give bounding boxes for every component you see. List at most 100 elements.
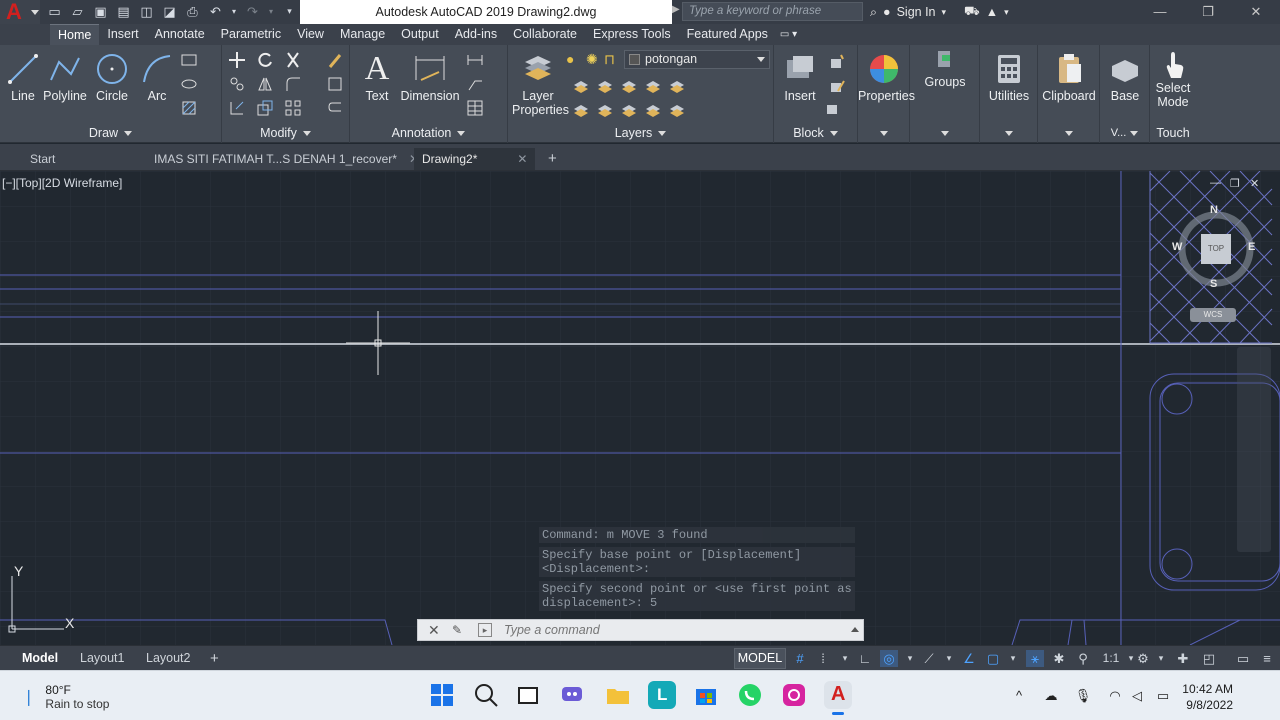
layer-on-bulb-icon[interactable]: ● bbox=[566, 51, 584, 69]
clipboard-expand[interactable] bbox=[1038, 125, 1099, 141]
edit-block-icon[interactable] bbox=[828, 77, 846, 95]
rotate-icon[interactable] bbox=[256, 51, 274, 69]
close-icon[interactable]: ✕ bbox=[428, 620, 440, 640]
groups-expand[interactable] bbox=[910, 125, 979, 141]
undo-dropdown-icon[interactable]: ▾ bbox=[230, 3, 238, 20]
layer-tool-8-icon[interactable] bbox=[620, 101, 638, 119]
leader-icon[interactable] bbox=[466, 75, 484, 93]
layout-tab-layout1[interactable]: Layout1 bbox=[74, 649, 130, 668]
utilities-button[interactable]: Utilities bbox=[980, 49, 1038, 103]
hatch-icon[interactable] bbox=[180, 99, 198, 117]
annotation-scale-value[interactable]: 1:1 bbox=[1098, 650, 1124, 667]
search-input[interactable]: Type a keyword or phrase bbox=[682, 2, 863, 21]
undo-icon[interactable]: ↶ bbox=[207, 3, 224, 20]
application-menu-button[interactable]: A bbox=[0, 0, 40, 24]
tab-view[interactable]: View bbox=[289, 24, 332, 45]
wrench-icon[interactable]: ✎ bbox=[452, 620, 462, 640]
tab-home[interactable]: Home bbox=[50, 24, 100, 45]
search-icon[interactable] bbox=[472, 681, 500, 709]
groups-button[interactable]: Groups bbox=[910, 45, 980, 89]
layer-tool-2-icon[interactable] bbox=[596, 77, 614, 95]
annotation-monitor-icon[interactable]: ✚ bbox=[1174, 650, 1192, 667]
select-mode-button[interactable]: Select Mode bbox=[1150, 49, 1196, 109]
minimize-button[interactable]: — bbox=[1136, 0, 1184, 24]
speaker-icon[interactable]: ◁ bbox=[1128, 687, 1146, 705]
open-folder-icon[interactable]: ▱ bbox=[69, 3, 86, 20]
annotation-panel-label[interactable]: Annotation bbox=[350, 125, 507, 141]
compass-s[interactable]: S bbox=[1210, 278, 1217, 290]
viewport-controls-label[interactable]: [−][Top][2D Wireframe] bbox=[2, 176, 122, 190]
polar-tracking-icon[interactable]: ◎ bbox=[880, 650, 898, 667]
mirror-icon[interactable] bbox=[256, 75, 274, 93]
layer-properties-button[interactable]: Layer Properties bbox=[512, 49, 569, 117]
rectangle-icon[interactable] bbox=[180, 51, 198, 69]
erase-icon[interactable] bbox=[326, 51, 344, 69]
save-icon[interactable]: ▣ bbox=[92, 3, 109, 20]
tab-collaborate[interactable]: Collaborate bbox=[505, 24, 585, 45]
navigation-bar[interactable] bbox=[1237, 347, 1271, 552]
ellipse-icon[interactable] bbox=[180, 75, 198, 93]
snap-icon[interactable]: ⁞ bbox=[814, 650, 832, 667]
dimension-button[interactable]: Dimension bbox=[400, 49, 460, 103]
table-icon[interactable] bbox=[466, 99, 484, 117]
compass-n[interactable]: N bbox=[1210, 204, 1218, 216]
layout-tab-model[interactable]: Model bbox=[16, 649, 64, 668]
command-input[interactable] bbox=[504, 621, 834, 639]
autocad-taskbar-icon[interactable]: A bbox=[824, 681, 852, 715]
properties-button[interactable]: Properties bbox=[858, 49, 915, 103]
fillet-icon[interactable] bbox=[284, 75, 302, 93]
chevron-down-icon[interactable]: ▾ bbox=[1004, 7, 1009, 18]
file-tab-drawing2[interactable]: Drawing2* ✕ bbox=[414, 148, 536, 170]
model-space-button[interactable]: MODEL bbox=[734, 648, 786, 669]
layers-panel-label[interactable]: Layers bbox=[508, 125, 773, 141]
tab-featured-apps[interactable]: Featured Apps bbox=[679, 24, 776, 45]
layer-tool-6-icon[interactable] bbox=[572, 101, 590, 119]
search-expand-icon[interactable]: ▶ bbox=[672, 4, 680, 15]
binoculars-icon[interactable]: ⌕ bbox=[870, 5, 877, 20]
weather-widget[interactable]: ❘ 80°F Rain to stop bbox=[22, 681, 109, 713]
annotation-scale-icon[interactable]: ⚲ bbox=[1074, 650, 1092, 667]
battery-icon[interactable]: ▭ bbox=[1154, 687, 1172, 705]
scale-icon[interactable] bbox=[256, 99, 274, 117]
command-prompt-icon[interactable]: ▸ bbox=[478, 623, 492, 637]
customize-hamburger-icon[interactable]: ≡ bbox=[1258, 650, 1276, 667]
file-explorer-icon[interactable] bbox=[604, 681, 632, 709]
tab-parametric[interactable]: Parametric bbox=[213, 24, 289, 45]
chevron-up-icon[interactable] bbox=[851, 627, 859, 632]
isolate-objects-icon[interactable]: ◰ bbox=[1200, 650, 1218, 667]
cloud-icon[interactable]: ☁ bbox=[1042, 687, 1060, 705]
text-button[interactable]: A Text bbox=[360, 49, 394, 103]
arc-button[interactable]: Arc bbox=[138, 49, 176, 103]
base-view-button[interactable]: Base bbox=[1100, 49, 1150, 103]
ortho-icon[interactable]: ∟ bbox=[856, 650, 874, 667]
tab-express-tools[interactable]: Express Tools bbox=[585, 24, 679, 45]
layer-tool-7-icon[interactable] bbox=[596, 101, 614, 119]
compass-e[interactable]: E bbox=[1248, 241, 1255, 253]
array-icon[interactable] bbox=[284, 99, 302, 117]
object-snap-icon[interactable]: ▢ bbox=[984, 650, 1002, 667]
modify-panel-label[interactable]: Modify bbox=[222, 125, 349, 141]
customize-qat-icon[interactable]: ▾ bbox=[281, 3, 298, 20]
ribbon-display-toggle-icon[interactable]: ▭ ▾ bbox=[776, 24, 801, 45]
wcs-menu[interactable]: WCS bbox=[1190, 308, 1236, 322]
compass-w[interactable]: W bbox=[1172, 241, 1182, 253]
isometric-icon[interactable]: ⟋ bbox=[920, 650, 938, 667]
explode-icon[interactable] bbox=[326, 75, 344, 93]
redo-icon[interactable]: ↷ bbox=[244, 3, 261, 20]
layer-thaw-sun-icon[interactable]: ✺ bbox=[586, 51, 604, 69]
layer-tool-1-icon[interactable] bbox=[572, 77, 590, 95]
viewcube-top-face[interactable]: TOP bbox=[1201, 234, 1231, 264]
move-icon[interactable] bbox=[228, 51, 246, 69]
cart-icon[interactable]: ⛟ bbox=[964, 4, 980, 20]
maximize-button[interactable]: ❐ bbox=[1184, 0, 1232, 24]
object-snap-tracking-icon[interactable]: ∠ bbox=[960, 650, 978, 667]
stretch-icon[interactable] bbox=[228, 99, 246, 117]
chevron-up-icon[interactable]: ^ bbox=[1010, 687, 1028, 705]
layer-tool-9-icon[interactable] bbox=[644, 101, 662, 119]
windows-start-icon[interactable] bbox=[428, 681, 456, 709]
draw-panel-label[interactable]: Draw bbox=[0, 125, 221, 141]
viewport-close-icon[interactable]: ✕ bbox=[1250, 177, 1259, 190]
block-attributes-icon[interactable] bbox=[824, 99, 842, 117]
chevron-down-icon[interactable]: ▾ bbox=[1152, 650, 1170, 667]
workspace-gear-icon[interactable]: ⚙ bbox=[1134, 650, 1152, 667]
